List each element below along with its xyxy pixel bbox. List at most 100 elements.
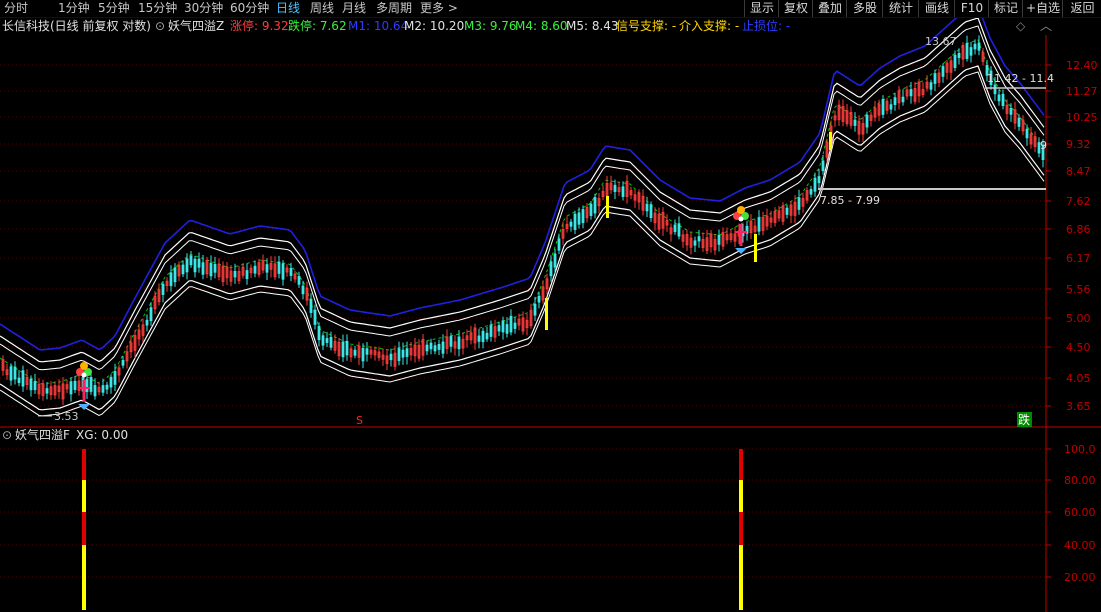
- candle-body: [281, 263, 285, 280]
- signal-marker-left-dot-yellow: [80, 362, 88, 370]
- period-tab-10[interactable]: 更多 >: [420, 1, 458, 16]
- candle-body: [309, 298, 313, 313]
- candle-body: [353, 349, 357, 356]
- price-tick-label: 3.65: [1066, 400, 1091, 413]
- candle-body: [145, 319, 149, 326]
- kline-chart: 12.40 11.27 10.25 9.32 8.47 7.62 6.86 6.17 5.56 5…: [0, 18, 1101, 612]
- candle-body: [297, 275, 301, 285]
- candle-body: [993, 84, 997, 95]
- candle-body: [509, 315, 513, 333]
- toolbar-button-3[interactable]: 多股: [846, 0, 883, 17]
- candle-body: [17, 377, 21, 384]
- high-price-label: 13.67: [925, 35, 957, 48]
- signal-marker-right-dot-yellow: [737, 206, 745, 214]
- candle-body: [213, 264, 217, 273]
- candle-body: [45, 388, 49, 394]
- period-tab-7[interactable]: 周线: [310, 1, 334, 16]
- candle-body: [161, 283, 165, 295]
- candle-body: [201, 262, 205, 275]
- toolbar-button-9[interactable]: 返回: [1062, 0, 1101, 17]
- xg-value: XG: 0.00: [76, 428, 129, 442]
- period-toolbar: 分时 1分钟 5分钟 15分钟 30分钟 60分钟 日线 周线 月线 多周期 更多 > 显示 复权 叠加多…: [0, 0, 1101, 18]
- candle-body: [193, 258, 197, 273]
- price-tick-label: 5.00: [1066, 312, 1091, 325]
- candle-body: [289, 268, 293, 276]
- candle-body: [401, 349, 405, 358]
- channel-lower-line: [0, 65, 1045, 411]
- candle-body: [233, 270, 237, 278]
- candle-body: [797, 197, 801, 210]
- price-tick-label: 12.40: [1066, 59, 1098, 72]
- signal-marker-right-dot-white: [738, 216, 744, 222]
- candle-body: [449, 336, 453, 347]
- sub-settings-icon[interactable]: ⊙: [2, 428, 12, 443]
- candle-body: [785, 207, 789, 215]
- toolbar-button-0[interactable]: 显示: [744, 0, 779, 17]
- candle-body: [441, 341, 445, 354]
- candle-body: [1001, 93, 1005, 107]
- toolbar-button-6[interactable]: F10: [954, 0, 989, 17]
- candle-body: [549, 261, 553, 277]
- candle-body: [809, 189, 813, 195]
- candle-body: [505, 324, 509, 334]
- sub-indicator-name[interactable]: 妖气四溢F: [15, 428, 70, 443]
- period-tab-8[interactable]: 月线: [342, 1, 366, 16]
- price-tick-label: 5.56: [1066, 283, 1091, 296]
- candle-body: [497, 325, 501, 332]
- candle-body: [9, 366, 13, 381]
- candle-body: [329, 336, 333, 348]
- candle-body: [581, 209, 585, 224]
- candle-body: [853, 119, 857, 126]
- period-tab-5[interactable]: 60分钟: [230, 1, 269, 16]
- candle-body: [341, 341, 345, 358]
- toolbar-button-1[interactable]: 复权: [778, 0, 813, 17]
- toolbar-button-8[interactable]: +自选: [1022, 0, 1063, 17]
- candle-body: [881, 99, 885, 115]
- candle-body: [105, 384, 109, 390]
- xg-bar-right-seg: [739, 512, 743, 545]
- xg-bar-left-seg: [82, 512, 86, 545]
- indicator-tick-label: 100.0: [1064, 443, 1096, 456]
- candle-body: [321, 335, 325, 346]
- period-tab-4[interactable]: 30分钟: [184, 1, 223, 16]
- toolbar-button-4[interactable]: 统计: [882, 0, 919, 17]
- candle-body: [93, 385, 97, 397]
- yellow-signal-bar: [754, 234, 757, 262]
- price-tick-label: 6.17: [1066, 252, 1091, 265]
- candle-body: [817, 176, 821, 184]
- candle-body: [313, 309, 317, 325]
- range-label-mid: 7.85 - 7.99: [820, 194, 880, 207]
- candle-body: [717, 234, 721, 245]
- toolbar-button-7[interactable]: 标记: [988, 0, 1023, 17]
- die-tag: 跌: [1018, 412, 1030, 427]
- candle-body: [589, 203, 593, 216]
- candle-body: [489, 324, 493, 337]
- period-tab-9[interactable]: 多周期: [376, 1, 412, 16]
- period-tab-1[interactable]: 1分钟: [58, 1, 90, 16]
- candle-body: [189, 255, 193, 266]
- period-tab-2[interactable]: 5分钟: [98, 1, 130, 16]
- indicator-tick-label: 60.00: [1064, 506, 1096, 519]
- candle-body: [209, 262, 213, 277]
- candle-body: [29, 378, 33, 391]
- candle-body: [181, 264, 185, 275]
- candle-body: [389, 353, 393, 361]
- candle-body: [697, 236, 701, 242]
- candle-body: [693, 240, 697, 246]
- indicator-tick-label: 80.00: [1064, 474, 1096, 487]
- candle-body: [1017, 117, 1021, 127]
- candle-body: [893, 97, 897, 105]
- candle-body: [73, 380, 77, 390]
- candle-body: [485, 332, 489, 340]
- period-tab-0[interactable]: 分时: [4, 1, 28, 16]
- candle-body: [649, 204, 653, 218]
- candle-body: [1009, 107, 1013, 115]
- candle-body: [537, 295, 541, 303]
- candle-body: [69, 381, 73, 395]
- toolbar-button-5[interactable]: 画线: [918, 0, 955, 17]
- candle-body: [433, 345, 437, 352]
- period-tab-6[interactable]: 日线: [276, 1, 300, 16]
- period-tab-3[interactable]: 15分钟: [138, 1, 177, 16]
- candle-body: [957, 52, 961, 58]
- toolbar-button-2[interactable]: 叠加: [812, 0, 847, 17]
